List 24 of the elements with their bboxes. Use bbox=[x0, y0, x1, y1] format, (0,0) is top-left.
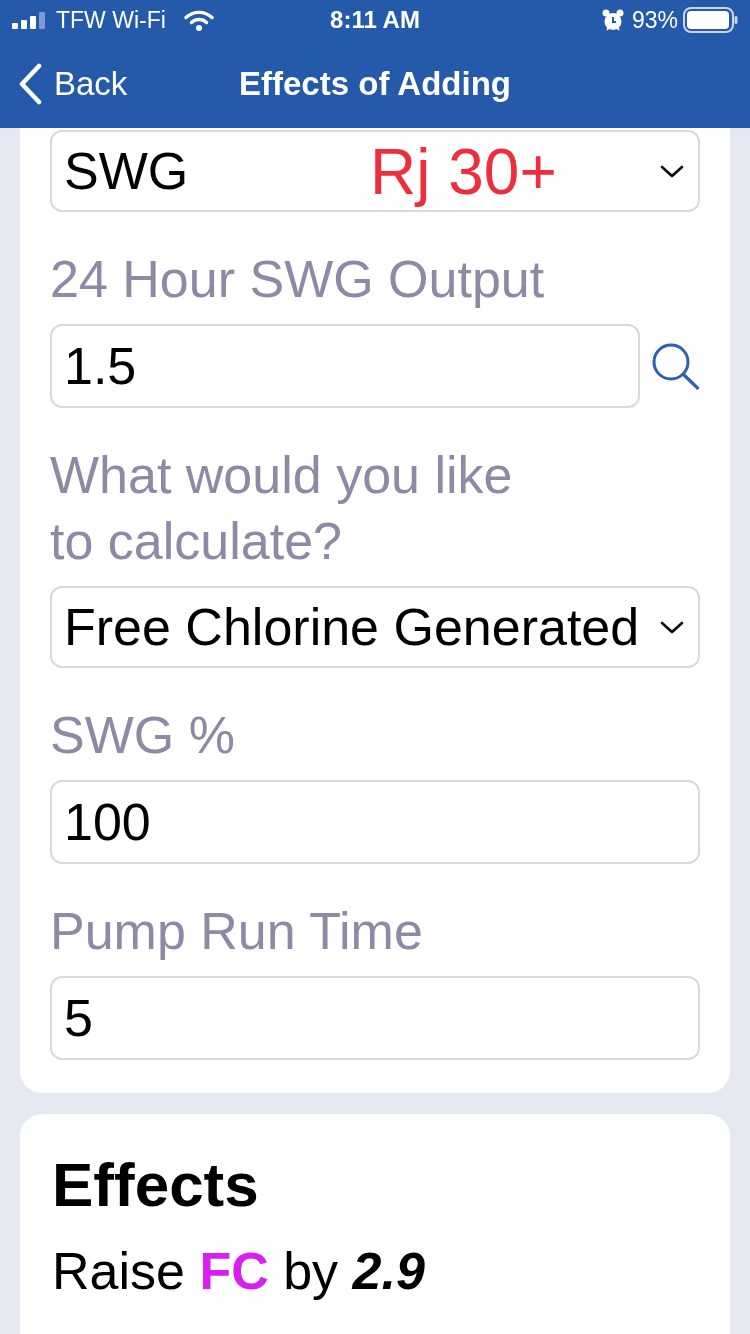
signal-icon bbox=[12, 11, 48, 29]
alarm-icon bbox=[601, 9, 624, 31]
field-label: SWG % bbox=[50, 705, 236, 766]
wifi-icon bbox=[183, 9, 214, 31]
annotation-text: Rj 30+ bbox=[370, 136, 557, 208]
section-heading: Effects bbox=[52, 1150, 260, 1220]
field-label: What would you like to calculate? bbox=[50, 445, 514, 572]
field-label: Pump Run Time bbox=[50, 901, 424, 962]
battery-percentage: 93% bbox=[631, 6, 678, 34]
field-label: 24 Hour SWG Output bbox=[50, 249, 546, 310]
effect-sentence: Raise FC by 2.9 bbox=[52, 1241, 426, 1301]
chevron-down-icon bbox=[660, 620, 684, 634]
carrier-name: TFW Wi-Fi bbox=[56, 6, 166, 34]
input-field[interactable]: 5 bbox=[50, 976, 700, 1060]
input-field[interactable]: 1.5 bbox=[50, 324, 640, 408]
screen-title: Effects of Adding bbox=[239, 64, 511, 104]
dropdown[interactable]: Free Chlorine Generated bbox=[50, 586, 700, 668]
battery-icon bbox=[683, 7, 738, 33]
back-button[interactable]: Back bbox=[0, 63, 128, 105]
search-icon[interactable] bbox=[651, 342, 700, 390]
clock-time: 8:11 AM bbox=[330, 6, 420, 34]
input-field[interactable]: 100 bbox=[50, 780, 700, 864]
chevron-left-icon bbox=[18, 63, 42, 105]
chevron-down-icon bbox=[660, 164, 684, 178]
